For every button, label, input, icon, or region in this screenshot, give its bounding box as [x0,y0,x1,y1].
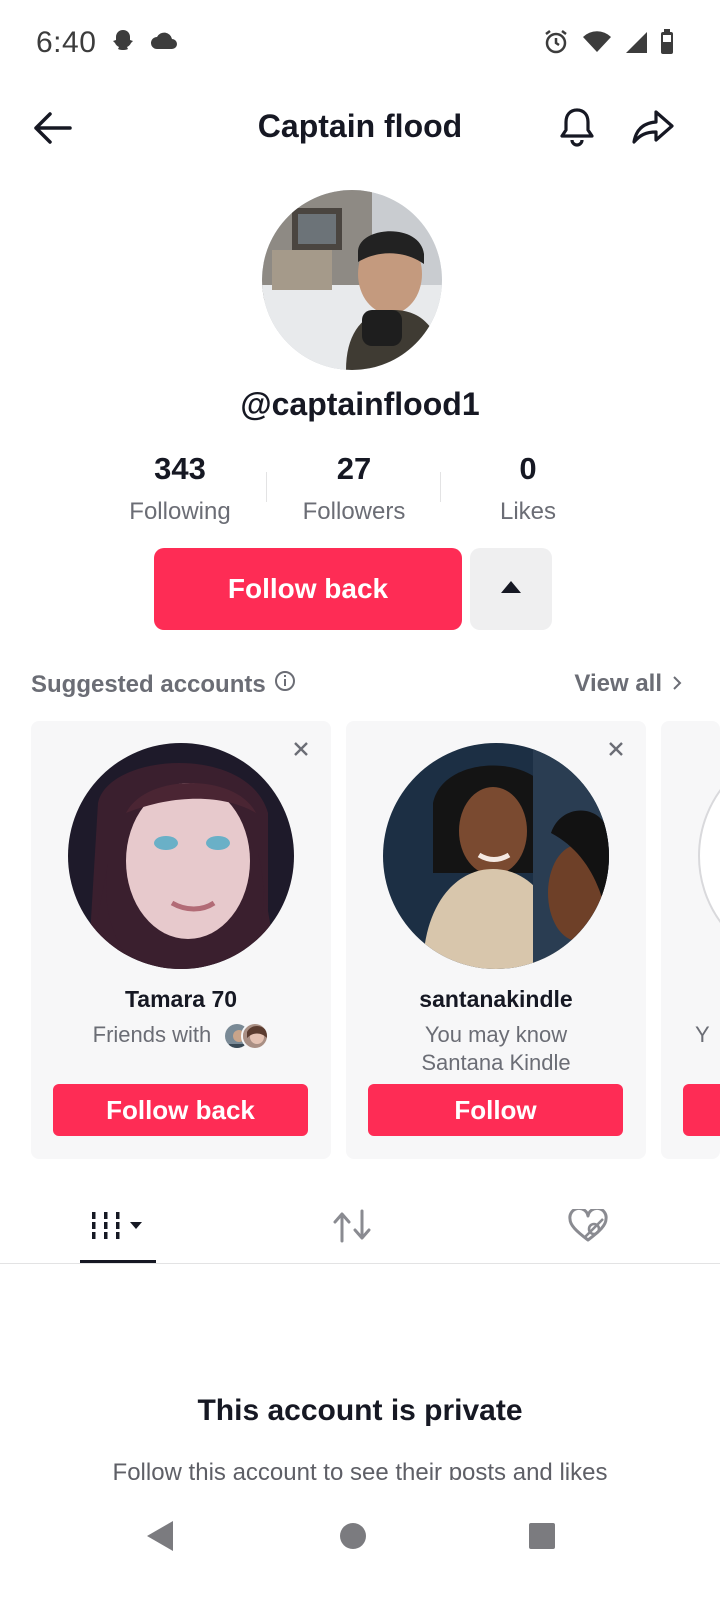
info-icon[interactable] [274,670,296,699]
battery-icon [660,29,674,60]
stat-divider [266,472,267,502]
signal-icon [624,30,648,59]
suggested-avatar[interactable] [698,743,720,969]
circle-home-icon [338,1521,368,1556]
alarm-icon [542,28,570,61]
profile-header: Captain flood [0,92,720,164]
suggested-card[interactable]: santanakindle You may know Santana Kindl… [346,721,646,1159]
nav-recents-button[interactable] [512,1508,572,1568]
page-title: Captain flood [257,108,463,144]
bell-icon [552,108,602,156]
view-all-link[interactable]: View all [574,670,682,698]
view-all-label: View all [574,670,662,697]
system-nav-bar [0,1480,720,1600]
status-bar: 6:40 [0,0,720,92]
close-icon [293,741,309,762]
suggested-accounts-heading: Suggested accounts [31,670,296,699]
private-account-subtitle: Follow this account to see their posts a… [112,1459,608,1480]
grid-videos-icon [90,1210,146,1247]
suggested-reason: You may know Santana Kindle [421,1022,571,1075]
stat-likes[interactable]: 0 Likes [458,450,598,526]
stat-divider [440,472,441,502]
suggested-reason-text: Friends with [92,1022,212,1047]
nav-back-button[interactable] [130,1508,190,1568]
suggested-avatar[interactable] [383,743,609,969]
liked-hidden-icon [568,1206,608,1248]
suggested-avatar[interactable] [68,743,294,969]
suggested-name: santanakindle [419,986,573,1012]
nav-home-button[interactable] [323,1508,383,1568]
stat-followers[interactable]: 27 Followers [284,450,424,526]
status-left-icons [110,28,178,59]
stat-label: Following [129,498,231,525]
suggested-card[interactable]: Tamara 70 Friends with Follow back [31,721,331,1159]
close-icon [608,741,624,762]
square-recents-icon [527,1521,557,1556]
suggested-reason: Friends with [31,1021,331,1051]
mutual-friend-avatar [241,1022,270,1051]
profile-avatar[interactable] [262,190,442,370]
stat-label: Followers [302,498,406,525]
tab-reposts[interactable] [314,1192,390,1264]
wifi-icon [582,30,612,59]
notification-bell-button[interactable] [552,102,602,152]
private-account-title: This account is private [197,1394,523,1427]
suggested-toggle-button[interactable] [470,548,552,630]
mutual-friends-avatars [223,1022,270,1051]
suggested-card-partial[interactable]: Y [661,721,720,1159]
snapchat-icon [110,28,136,59]
tab-liked[interactable] [550,1192,626,1264]
share-button[interactable] [628,102,678,152]
profile-tabs [0,1192,720,1264]
follow-back-suggested-button[interactable]: Follow back [53,1084,308,1136]
follow-suggested-button[interactable] [683,1084,720,1136]
status-right-icons [542,28,674,61]
active-tab-indicator [80,1260,156,1263]
stat-value: 343 [154,451,206,486]
caret-up-icon [500,580,522,599]
stat-label: Likes [499,498,557,525]
stat-value: 0 [519,451,537,486]
suggested-title-text: Suggested accounts [31,670,266,698]
stat-following[interactable]: 343 Following [110,450,250,526]
status-time: 6:40 [36,26,97,59]
suggested-name: Tamara 70 [124,986,238,1012]
suggested-reason: Y [695,1022,710,1047]
dismiss-suggestion-button[interactable] [604,739,628,763]
private-account-subtitle-wrap: Follow this account to see their posts a… [0,1456,720,1480]
repost-icon [332,1207,372,1250]
share-icon [628,110,678,156]
chevron-right-icon [672,670,682,698]
stat-value: 27 [336,451,372,486]
triangle-back-icon [145,1519,175,1558]
follow-back-button[interactable]: Follow back [154,548,462,630]
tab-videos[interactable] [80,1192,156,1264]
profile-username: @captainflood1 [240,386,480,422]
follow-suggested-button[interactable]: Follow [368,1084,623,1136]
dismiss-suggestion-button[interactable] [289,739,313,763]
cloud-icon [150,31,178,56]
